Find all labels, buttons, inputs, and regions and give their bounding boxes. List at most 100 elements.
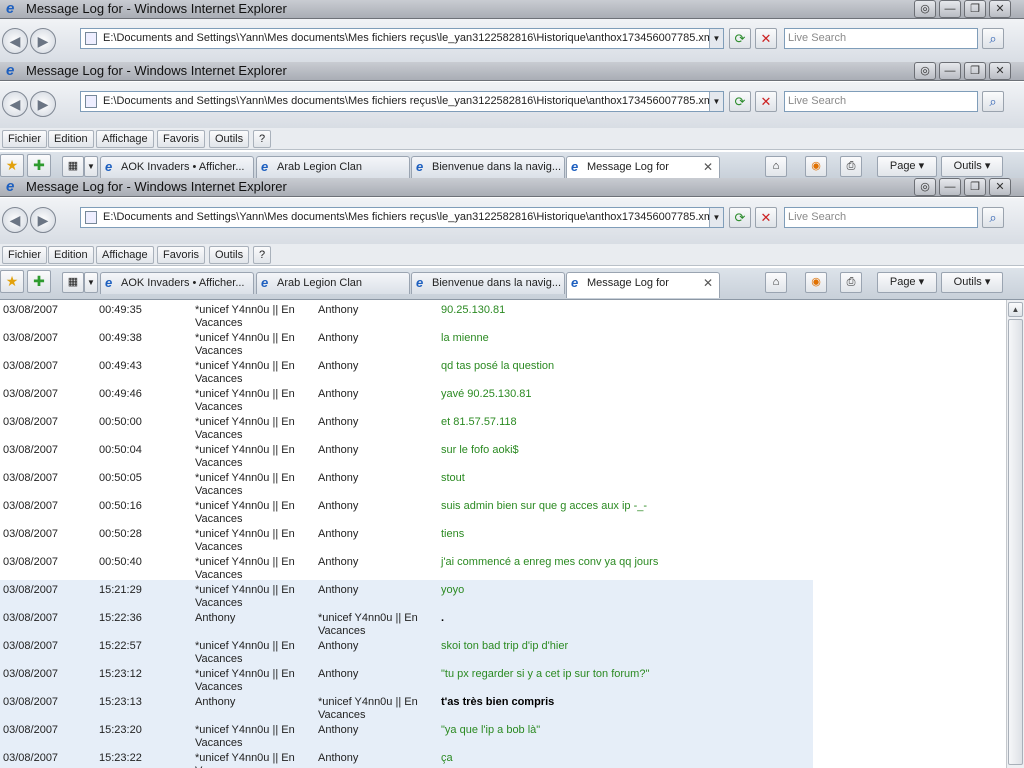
page-menu-button[interactable]: Page ▾ (877, 156, 937, 177)
refresh-button[interactable]: ⟳ (729, 207, 751, 228)
add-favorite-icon[interactable]: ✚ (27, 270, 51, 293)
close-button[interactable]: ✕ (989, 0, 1011, 18)
page-label: Page (889, 276, 916, 288)
stop-button[interactable]: ✕ (755, 91, 777, 112)
minimize-button[interactable]: — (939, 0, 961, 18)
log-receiver: Anthony (318, 304, 359, 316)
tab-arab-legion[interactable]: e Arab Legion Clan (256, 156, 410, 178)
add-favorite-icon[interactable]: ✚ (27, 154, 51, 177)
tab-arab-legion[interactable]: e Arab Legion Clan (256, 272, 410, 294)
log-sender: *unicef Y4nn0u || En Vacances (195, 556, 295, 581)
menu-help[interactable]: ? (253, 130, 272, 148)
page-icon (85, 211, 97, 224)
menu-outils[interactable]: Outils (209, 246, 250, 264)
back-button[interactable]: ◀ (2, 91, 28, 117)
menu-outils[interactable]: Outils (209, 130, 250, 148)
stop-button[interactable]: ✕ (755, 207, 777, 228)
tab-aok-invaders[interactable]: e AOK Invaders • Afficher... (100, 272, 254, 294)
menu-affichage[interactable]: Affichage (96, 130, 154, 148)
tab-aok-invaders[interactable]: e AOK Invaders • Afficher... (100, 156, 254, 178)
back-button[interactable]: ◀ (2, 207, 28, 233)
address-dropdown-icon[interactable]: ▼ (709, 92, 723, 111)
menu-favoris[interactable]: Favoris (157, 246, 206, 264)
maximize-button[interactable]: ❐ (964, 0, 986, 18)
log-row: 03/08/2007 00:50:00 *unicef Y4nn0u || En V… (0, 412, 813, 441)
menu-edition[interactable]: Edition (48, 246, 94, 264)
stop-button[interactable]: ✕ (755, 28, 777, 49)
close-button[interactable]: ✕ (989, 178, 1011, 196)
search-icon[interactable]: ⌕ (982, 28, 1004, 49)
log-row: 03/08/2007 00:49:43 *unicef Y4nn0u || En V… (0, 356, 813, 385)
feeds-icon[interactable]: ◉ (805, 156, 827, 177)
log-time: 15:21:29 (99, 584, 142, 596)
back-button[interactable]: ◀ (2, 28, 28, 54)
feeds-icon[interactable]: ◉ (805, 272, 827, 293)
search-input[interactable]: Live Search (784, 91, 978, 112)
search-icon[interactable]: ⌕ (982, 91, 1004, 112)
quick-tabs-icon[interactable]: ▦ (62, 272, 84, 293)
log-sender: *unicef Y4nn0u || En Vacances (195, 668, 295, 693)
log-receiver: Anthony (318, 752, 359, 764)
close-button[interactable]: ✕ (989, 62, 1011, 80)
tab-message-log[interactable]: e Message Log for ✕ (566, 272, 720, 298)
menu-edition[interactable]: Edition (48, 130, 94, 148)
search-placeholder: Live Search (788, 211, 847, 223)
page-menu-button[interactable]: Page ▾ (877, 272, 937, 293)
vertical-scrollbar[interactable]: ▲ (1006, 300, 1024, 768)
close-tab-icon[interactable]: ✕ (703, 157, 713, 177)
address-dropdown-icon[interactable]: ▼ (709, 208, 723, 227)
refresh-button[interactable]: ⟳ (729, 28, 751, 49)
minimize-button[interactable]: — (939, 62, 961, 80)
tab-list-dropdown-icon[interactable]: ▼ (84, 156, 98, 177)
forward-button[interactable]: ▶ (30, 91, 56, 117)
print-icon[interactable]: ⎙ (840, 156, 862, 177)
help-icon[interactable]: ◎ (914, 178, 936, 196)
log-message: ça (441, 752, 453, 764)
address-bar[interactable]: E:\Documents and Settings\Yann\Mes docum… (80, 28, 724, 49)
tools-menu-button[interactable]: Outils ▾ (941, 272, 1003, 293)
favorites-star-icon[interactable]: ★ (0, 154, 24, 177)
log-date: 03/08/2007 (3, 584, 59, 596)
address-bar[interactable]: E:\Documents and Settings\Yann\Mes docum… (80, 91, 724, 112)
tab-bienvenue[interactable]: e Bienvenue dans la navig... (411, 156, 565, 178)
address-bar[interactable]: E:\Documents and Settings\Yann\Mes docum… (80, 207, 724, 228)
tab-message-log[interactable]: e Message Log for ✕ (566, 156, 720, 178)
home-icon[interactable]: ⌂ (765, 156, 787, 177)
help-icon[interactable]: ◎ (914, 62, 936, 80)
quick-tabs-icon[interactable]: ▦ (62, 156, 84, 177)
log-sender: Anthony (195, 696, 236, 708)
scroll-thumb[interactable] (1008, 319, 1023, 765)
tools-menu-button[interactable]: Outils ▾ (941, 156, 1003, 177)
menu-fichier[interactable]: Fichier (2, 130, 48, 148)
scroll-up-icon[interactable]: ▲ (1008, 302, 1023, 317)
search-input[interactable]: Live Search (784, 28, 978, 49)
ie-icon: e (6, 0, 15, 17)
minimize-button[interactable]: — (939, 178, 961, 196)
menu-help[interactable]: ? (253, 246, 272, 264)
menu-fichier[interactable]: Fichier (2, 246, 48, 264)
ie-icon: e (571, 159, 579, 174)
menu-affichage[interactable]: Affichage (96, 246, 154, 264)
tab-bienvenue[interactable]: e Bienvenue dans la navig... (411, 272, 565, 294)
search-input[interactable]: Live Search (784, 207, 978, 228)
maximize-button[interactable]: ❐ (964, 178, 986, 196)
close-tab-icon[interactable]: ✕ (703, 273, 713, 293)
tab-list-dropdown-icon[interactable]: ▼ (84, 272, 98, 293)
log-sender: *unicef Y4nn0u || En Vacances (195, 752, 295, 768)
log-sender: *unicef Y4nn0u || En Vacances (195, 500, 295, 525)
maximize-button[interactable]: ❐ (964, 62, 986, 80)
print-icon[interactable]: ⎙ (840, 272, 862, 293)
log-message: tiens (441, 528, 465, 540)
forward-button[interactable]: ▶ (30, 207, 56, 233)
tools-label: Outils (953, 276, 982, 288)
forward-button[interactable]: ▶ (30, 28, 56, 54)
menu-favoris[interactable]: Favoris (157, 130, 206, 148)
favorites-star-icon[interactable]: ★ (0, 270, 24, 293)
log-message: t'as très bien compris (441, 696, 555, 708)
ie-icon: e (416, 159, 424, 174)
help-icon[interactable]: ◎ (914, 0, 936, 18)
refresh-button[interactable]: ⟳ (729, 91, 751, 112)
home-icon[interactable]: ⌂ (765, 272, 787, 293)
address-dropdown-icon[interactable]: ▼ (709, 29, 723, 48)
search-icon[interactable]: ⌕ (982, 207, 1004, 228)
